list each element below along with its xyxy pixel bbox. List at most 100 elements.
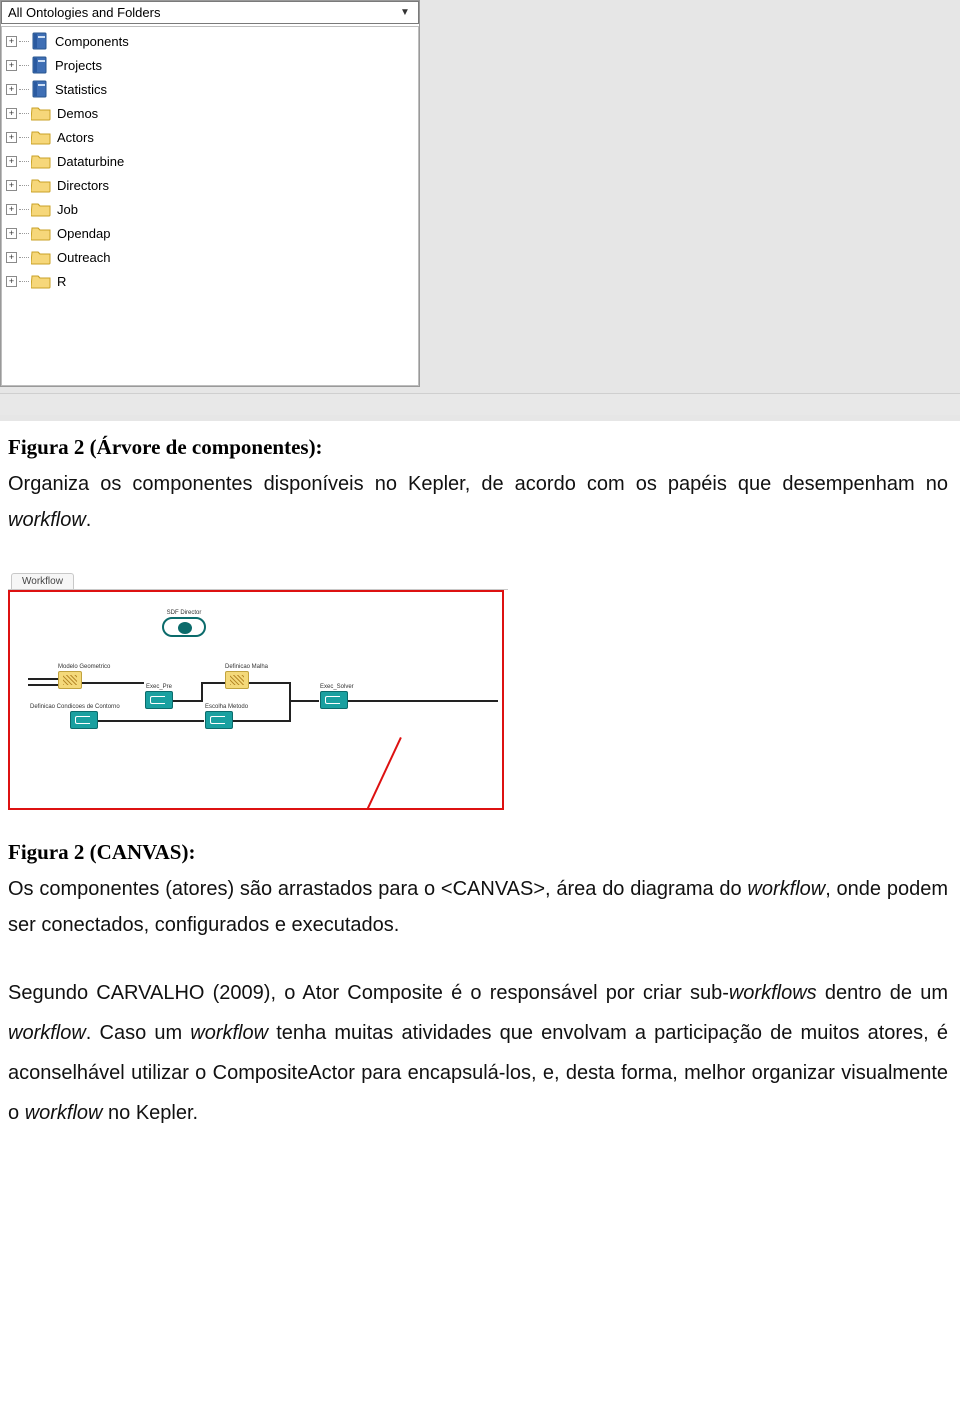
figure-2-description: Os componentes (atores) são arrastados p… <box>8 871 948 943</box>
expand-icon[interactable]: + <box>6 204 17 215</box>
book-icon <box>31 80 49 98</box>
tree-connector <box>19 209 29 210</box>
tree-row[interactable]: + Projects <box>4 53 416 77</box>
node-exec-solver[interactable]: Exec_Solver <box>320 684 354 709</box>
tree-connector <box>19 233 29 234</box>
node-label: Exec_Pre <box>145 684 173 690</box>
fig1-text-c: . <box>86 509 92 531</box>
director-icon <box>162 617 206 637</box>
tree-body: + Components + Projects + Statistics + Demos + Ac… <box>1 26 419 386</box>
tree-connector <box>19 137 29 138</box>
node-modelo-geometrico[interactable]: Modelo Geometrico <box>58 664 110 689</box>
folder-icon <box>31 129 51 145</box>
figure-1-description: Organiza os componentes disponíveis no K… <box>8 466 948 538</box>
figure-1-caption: Figura 2 (Árvore de componentes): <box>8 435 960 460</box>
tree-item-label: Statistics <box>51 82 107 97</box>
wire <box>28 684 58 686</box>
tree-row[interactable]: + Directors <box>4 173 416 197</box>
body-seg: workflow <box>25 1102 103 1124</box>
fig2-text-b: workflow <box>747 878 825 900</box>
expand-icon[interactable]: + <box>6 180 17 191</box>
expand-icon[interactable]: + <box>6 276 17 287</box>
tree-panel: All Ontologies and Folders ▼ + Components… <box>0 0 420 387</box>
tree-connector <box>19 185 29 186</box>
body-seg: dentro de um <box>817 982 948 1004</box>
body-seg: workflows <box>729 982 817 1004</box>
tree-panel-container: All Ontologies and Folders ▼ + Components… <box>0 0 960 421</box>
canvas-area[interactable]: SDF Director Modelo Geometrico Exec_Pre … <box>8 590 504 810</box>
book-icon <box>31 32 49 50</box>
node-label: Modelo Geometrico <box>58 664 110 670</box>
actor-icon <box>205 711 233 729</box>
wire <box>98 720 204 722</box>
body-seg: workflow <box>8 1022 86 1044</box>
wire <box>82 682 144 684</box>
actor-icon <box>320 691 348 709</box>
node-def-malha[interactable]: Definicao Malha <box>225 664 268 689</box>
tree-connector <box>19 257 29 258</box>
tree-connector <box>19 113 29 114</box>
folder-icon <box>31 201 51 217</box>
tab-workflow[interactable]: Workflow <box>11 573 74 589</box>
tree-row[interactable]: + Outreach <box>4 245 416 269</box>
tree-item-label: Actors <box>53 130 94 145</box>
tree-item-label: Directors <box>53 178 109 193</box>
wire <box>201 682 203 702</box>
tab-strip: Workflow <box>8 568 508 590</box>
expand-icon[interactable]: + <box>6 84 17 95</box>
figure-2-caption: Figura 2 (CANVAS): <box>8 840 960 865</box>
body-seg: . Caso um <box>86 1022 190 1044</box>
folder-icon <box>31 177 51 193</box>
tree-row[interactable]: + Statistics <box>4 77 416 101</box>
wire <box>233 720 289 722</box>
chevron-down-icon: ▼ <box>396 7 414 18</box>
annotation-slash <box>366 737 402 810</box>
wire <box>289 700 291 722</box>
tree-row[interactable]: + Dataturbine <box>4 149 416 173</box>
expand-icon[interactable]: + <box>6 132 17 143</box>
expand-icon[interactable]: + <box>6 36 17 47</box>
tree-row[interactable]: +Opendap <box>4 221 416 245</box>
node-def-contorno[interactable]: Definicao Condicoes de Contorno <box>30 704 120 729</box>
folder-icon <box>31 153 51 169</box>
fig1-text-a: Organiza os componentes disponíveis no K… <box>8 473 948 495</box>
tree-connector <box>19 41 29 42</box>
tree-item-label: Demos <box>53 106 98 121</box>
expand-icon[interactable]: + <box>6 60 17 71</box>
wire <box>348 700 498 702</box>
folder-icon <box>31 273 51 289</box>
node-exec-pre[interactable]: Exec_Pre <box>145 684 173 709</box>
wire <box>201 682 225 684</box>
director-label: SDF Director <box>162 610 206 616</box>
body-seg: workflow <box>190 1022 268 1044</box>
tree-item-label: Projects <box>51 58 102 73</box>
tree-row[interactable]: + Actors <box>4 125 416 149</box>
tree-row[interactable]: +R <box>4 269 416 293</box>
tree-item-label: Job <box>53 202 78 217</box>
node-escolha-metodo[interactable]: Escolha Metodo <box>205 704 248 729</box>
tree-row[interactable]: + Components <box>4 29 416 53</box>
actor-icon <box>58 671 82 689</box>
expand-icon[interactable]: + <box>6 228 17 239</box>
actor-icon <box>225 671 249 689</box>
expand-icon[interactable]: + <box>6 252 17 263</box>
wire <box>28 678 58 680</box>
tree-row[interactable]: + Demos <box>4 101 416 125</box>
fig1-text-b: workflow <box>8 509 86 531</box>
wire <box>249 682 289 684</box>
fig2-text-a: Os componentes (atores) são arrastados p… <box>8 878 747 900</box>
folder-icon <box>31 249 51 265</box>
director-node[interactable]: SDF Director <box>162 610 206 637</box>
tree-item-label: Outreach <box>53 250 110 265</box>
tree-row[interactable]: + Job <box>4 197 416 221</box>
ontology-dropdown[interactable]: All Ontologies and Folders ▼ <box>1 1 419 24</box>
tree-connector <box>19 281 29 282</box>
expand-icon[interactable]: + <box>6 108 17 119</box>
actor-icon <box>145 691 173 709</box>
tree-item-label: Dataturbine <box>53 154 124 169</box>
book-icon <box>31 56 49 74</box>
tree-item-label: Components <box>51 34 129 49</box>
wire <box>289 700 319 702</box>
wire <box>173 700 201 702</box>
expand-icon[interactable]: + <box>6 156 17 167</box>
